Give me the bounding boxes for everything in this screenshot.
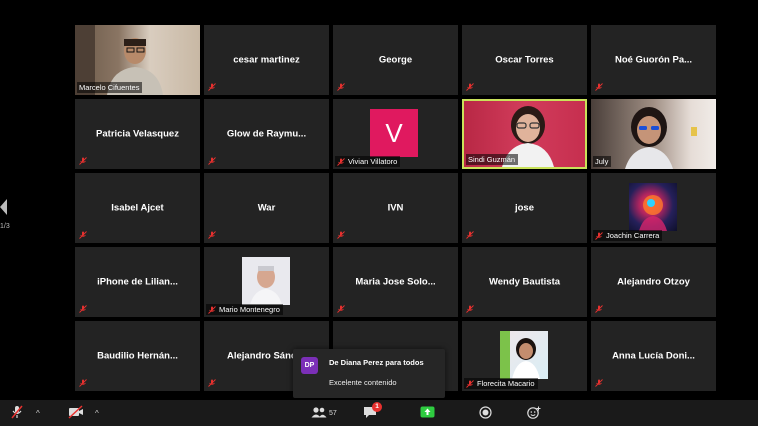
participant-name: Glow de Raymu... [226, 128, 307, 140]
chat-button[interactable]: 1 [363, 402, 382, 420]
record-button[interactable] [479, 405, 492, 421]
participant-tile[interactable]: iPhone de Lilian... [75, 247, 200, 317]
participant-name-label: Florecita Macario [464, 378, 538, 389]
participant-tile[interactable]: Florecita Macario [462, 321, 587, 391]
participant-tile[interactable]: Marcelo Cifuentes [75, 25, 200, 95]
participant-name-label: Mario Montenegro [206, 304, 283, 315]
participant-tile[interactable]: V Vivian Villatoro [333, 99, 458, 169]
reactions-button[interactable] [527, 406, 541, 420]
record-icon [479, 405, 492, 421]
participant-tile[interactable]: Oscar Torres [462, 25, 587, 95]
mic-muted-icon [595, 305, 603, 313]
mic-muted-icon [208, 305, 216, 314]
participant-name: Wendy Bautista [488, 276, 561, 288]
mic-muted-icon [595, 83, 603, 91]
mic-muted-icon [595, 231, 603, 240]
mic-muted-icon [208, 231, 216, 239]
participant-name: jose [514, 202, 534, 214]
participant-tile[interactable]: IVN [333, 173, 458, 243]
participant-name-label: Vivian Villatoro [335, 156, 401, 167]
participant-tile[interactable]: Baudilio Hernán... [75, 321, 200, 391]
video-options-button[interactable]: ^ [95, 406, 99, 420]
participant-name: IVN [387, 202, 404, 214]
participant-name-label: Marcelo Cifuentes [77, 82, 143, 93]
participant-tile[interactable]: Wendy Bautista [462, 247, 587, 317]
participant-tile-active-speaker[interactable]: Sindi Guzmán [462, 99, 587, 169]
participant-tile[interactable]: George [333, 25, 458, 95]
participant-name: iPhone de Lilian... [97, 276, 178, 288]
unmute-button[interactable] [10, 405, 24, 421]
participant-tile[interactable]: Mario Montenegro [204, 247, 329, 317]
participant-profile-picture [629, 183, 677, 231]
meeting-toolbar: ^ ^ 57 1 [0, 400, 758, 426]
participant-tile[interactable]: Glow de Raymu... [204, 99, 329, 169]
chat-unread-badge: 1 [372, 402, 382, 412]
mic-muted-icon [79, 231, 87, 239]
participant-tile[interactable]: Patricia Velasquez [75, 99, 200, 169]
participant-name: Oscar Torres [495, 54, 554, 66]
mic-muted-icon [466, 305, 474, 313]
page-indicator: 1/3 [0, 223, 10, 230]
mic-muted-icon [337, 83, 345, 91]
chevron-up-icon: ^ [95, 408, 99, 418]
previous-page-arrow[interactable] [0, 199, 7, 215]
participant-name-label: July [593, 156, 612, 167]
mic-muted-icon [466, 379, 474, 388]
mic-muted-icon [79, 379, 87, 387]
mic-muted-icon [208, 83, 216, 91]
participant-name: Maria Jose Solo... [355, 276, 436, 288]
participant-name-label: Sindi Guzmán [466, 154, 519, 165]
mic-muted-icon [595, 379, 603, 387]
participant-name: Patricia Velasquez [96, 128, 179, 140]
participant-profile-picture [242, 257, 290, 305]
participant-tile[interactable]: Maria Jose Solo... [333, 247, 458, 317]
participant-profile-picture [500, 331, 548, 379]
participants-count: 57 [329, 409, 337, 417]
participant-tile[interactable]: jose [462, 173, 587, 243]
participant-name: Anna Lucía Doni... [612, 350, 695, 362]
chat-notification[interactable]: DP De Diana Perez para todos Excelente c… [293, 349, 445, 398]
share-screen-icon [420, 406, 435, 420]
participant-name: Isabel Ajcet [111, 202, 164, 214]
participant-name: Noé Guorón Pa... [614, 54, 693, 66]
participant-name: cesar martinez [233, 54, 300, 66]
participant-avatar: V [370, 109, 418, 157]
chat-sender: De Diana Perez para todos [329, 358, 424, 367]
start-video-button[interactable] [68, 405, 84, 421]
participant-tile[interactable]: Joachin Carrera [591, 173, 716, 243]
mic-muted-icon [79, 157, 87, 165]
emoji-icon [527, 406, 541, 421]
participant-name-label: Joachin Carrera [593, 230, 663, 241]
participant-name: Baudilio Hernán... [97, 350, 178, 362]
participant-tile[interactable]: July [591, 99, 716, 169]
mic-muted-icon [208, 157, 216, 165]
share-screen-button[interactable] [420, 406, 435, 420]
mic-muted-icon [337, 231, 345, 239]
participant-name: War [257, 202, 276, 214]
participant-name: Alejandro Otzoy [617, 276, 690, 288]
mic-muted-icon [79, 305, 87, 313]
participant-tile[interactable]: Noé Guorón Pa... [591, 25, 716, 95]
mic-muted-icon [466, 231, 474, 239]
participants-button[interactable]: 57 [311, 406, 337, 420]
participant-tile[interactable]: cesar martinez [204, 25, 329, 95]
chat-message: Excelente contenido [329, 378, 397, 387]
participant-name: George [378, 54, 413, 66]
mic-muted-icon [10, 405, 24, 421]
mic-muted-icon [337, 157, 345, 166]
participant-tile[interactable]: Isabel Ajcet [75, 173, 200, 243]
participant-tile[interactable]: Anna Lucía Doni... [591, 321, 716, 391]
mic-muted-icon [337, 305, 345, 313]
participant-tile[interactable]: War [204, 173, 329, 243]
participant-tile[interactable]: Alejandro Otzoy [591, 247, 716, 317]
mic-muted-icon [208, 379, 216, 387]
audio-options-button[interactable]: ^ [36, 406, 40, 420]
sender-avatar: DP [301, 357, 318, 374]
video-off-icon [68, 405, 84, 421]
participants-icon [311, 406, 327, 420]
mic-muted-icon [466, 83, 474, 91]
gallery-grid: Marcelo Cifuentes cesar martinez George … [75, 25, 716, 393]
chevron-up-icon: ^ [36, 408, 40, 418]
